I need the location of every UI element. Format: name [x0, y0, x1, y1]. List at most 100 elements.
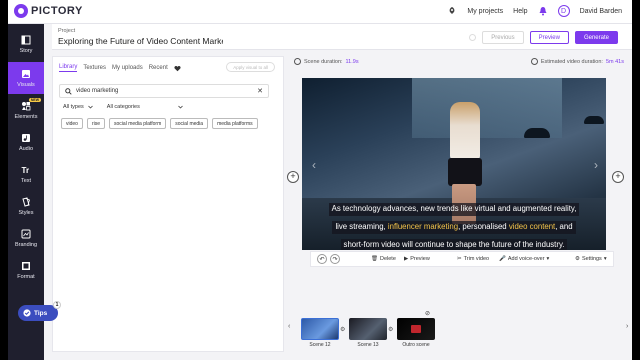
filters-row: All types All categories — [63, 104, 183, 110]
add-voice-over-button[interactable]: 🎤 Add voice-over ▾ — [499, 256, 549, 262]
chevron-down-icon — [88, 105, 93, 109]
new-badge: NEW — [28, 98, 41, 102]
tab-recent[interactable]: Recent — [149, 65, 168, 71]
trim-label: Trim video — [463, 256, 490, 262]
scene-thumbnail[interactable] — [349, 318, 387, 340]
tips-count-badge: 1 — [53, 301, 61, 309]
sync-status-icon — [469, 34, 477, 41]
next-visual-arrow-icon[interactable]: › — [594, 158, 598, 172]
caption-text: , and — [555, 222, 573, 231]
previous-button[interactable]: Previous — [482, 31, 524, 44]
scene-thumbnail[interactable] — [397, 318, 435, 340]
sidebar-item-story[interactable]: Story — [8, 28, 44, 60]
keyword-chip[interactable]: media platforms — [212, 118, 258, 129]
clock-icon — [530, 58, 538, 65]
sidebar-item-format[interactable]: Format — [8, 254, 44, 286]
type-filter-select[interactable]: All types — [63, 104, 93, 110]
project-header: Project Exploring the Future of Video Co… — [52, 24, 632, 50]
keyword-chip[interactable]: social media platform — [109, 118, 167, 129]
clock-icon — [294, 58, 301, 65]
sidebar-item-visuals[interactable]: Visuals — [8, 62, 44, 94]
previous-visual-arrow-icon[interactable]: ‹ — [312, 158, 316, 172]
delete-button[interactable]: 🗑 Delete — [371, 256, 396, 262]
transition-gear-icon[interactable]: ⚙ — [388, 326, 393, 333]
category-filter-select[interactable]: All categories — [107, 104, 183, 110]
category-filter-value: All categories — [106, 104, 140, 110]
timeline-scroll-left-icon[interactable]: ‹ — [288, 323, 290, 330]
voiceover-label: Add voice-over — [507, 256, 545, 262]
story-icon — [21, 35, 31, 44]
add-scene-after-button[interactable]: + — [612, 171, 624, 183]
sidebar-item-text[interactable]: Tr Text — [8, 158, 44, 190]
sidebar-item-label: Branding — [14, 241, 38, 248]
transition-gear-icon[interactable]: ⚙ — [340, 326, 345, 333]
estimated-duration-label: Estimated video duration: — [540, 58, 603, 65]
sidebar-item-elements[interactable]: NEW Elements — [8, 94, 44, 126]
help-link[interactable]: Help — [513, 8, 527, 15]
caret-down-icon: ▾ — [603, 256, 607, 262]
tab-library[interactable]: Library — [59, 64, 78, 72]
user-name[interactable]: David Barden — [580, 8, 622, 15]
trim-video-button[interactable]: ✂ Trim video — [457, 256, 489, 262]
caption-text: , personalised — [458, 222, 509, 231]
undo-icon[interactable]: ↶ — [317, 254, 327, 264]
header-buttons: Previous Preview Generate — [469, 31, 618, 44]
generate-button[interactable]: Generate — [574, 31, 618, 44]
check-icon — [23, 309, 31, 317]
keyword-chip[interactable]: social media — [170, 118, 209, 129]
pictory-logo[interactable]: PICTORY — [14, 4, 83, 18]
settings-button[interactable]: ⚙ Settings ▾ — [575, 256, 607, 262]
scene-label: Outro scene — [402, 342, 430, 348]
eye-off-icon[interactable]: ⊘ — [425, 310, 430, 317]
video-lamp — [584, 116, 604, 124]
preview-label: Preview — [410, 256, 430, 262]
video-person-skirt — [448, 158, 482, 186]
caption-text: live streaming, — [335, 222, 388, 231]
project-title[interactable]: Exploring the Future of Video Content Ma… — [58, 36, 223, 46]
scene-caption[interactable]: As technology advances, new trends like … — [302, 198, 606, 250]
bell-icon[interactable] — [538, 6, 548, 16]
play-icon: ▶ — [404, 256, 409, 262]
top-bar: PICTORY My projects Help D David Barden — [8, 0, 632, 24]
tips-label: Tips — [34, 309, 48, 317]
outro-logo — [411, 325, 421, 333]
scene-thumbnail[interactable] — [301, 318, 339, 340]
top-right-nav: My projects Help D David Barden — [447, 5, 622, 17]
sidebar-item-label: Story — [19, 47, 33, 54]
scene-label: Scene 12 — [309, 342, 331, 348]
sidebar-item-label: Elements — [14, 113, 38, 120]
clear-search-icon[interactable]: ✕ — [257, 87, 263, 95]
tab-textures[interactable]: Textures — [83, 65, 106, 71]
caption-line-3: short-form video will continue to shape … — [340, 239, 568, 250]
my-projects-link[interactable]: My projects — [467, 8, 503, 15]
tab-my-uploads[interactable]: My uploads — [112, 65, 143, 71]
undo-redo-group: ↶ ↷ — [317, 254, 340, 264]
preview-scene-button[interactable]: ▶ Preview — [404, 256, 430, 262]
search-input[interactable]: video marketing ✕ — [59, 84, 269, 98]
sliders-icon: ⚙ — [575, 256, 580, 262]
sidebar-item-styles[interactable]: Styles — [8, 190, 44, 222]
sidebar-item-branding[interactable]: Branding — [8, 222, 44, 254]
branding-icon — [21, 229, 31, 238]
heart-icon[interactable] — [174, 65, 181, 72]
microphone-icon: 🎤 — [499, 256, 506, 262]
estimated-duration: Estimated video duration: 5m 41s — [530, 58, 624, 65]
avatar[interactable]: D — [557, 5, 570, 17]
preview-button[interactable]: Preview — [529, 31, 569, 44]
video-preview[interactable]: ‹ › As technology advances, new trends l… — [302, 78, 606, 250]
timeline-scroll-right-icon[interactable]: › — [626, 323, 628, 330]
sidebar-item-label: Styles — [18, 209, 34, 216]
redo-icon[interactable]: ↷ — [330, 254, 340, 264]
sidebar-item-audio[interactable]: Audio — [8, 126, 44, 158]
app-frame: PICTORY My projects Help D David Barden … — [8, 0, 632, 360]
search-value: video marketing — [76, 88, 119, 94]
tips-button[interactable]: Tips 1 — [18, 301, 61, 321]
keyword-chip[interactable]: rise — [86, 118, 106, 129]
add-scene-before-button[interactable]: + — [287, 171, 299, 183]
scene-toolbar: ↶ ↷ 🗑 Delete ▶ Preview ✂ Trim video 🎤 Add vo… — [310, 251, 614, 267]
format-icon — [22, 261, 30, 270]
keyword-chip[interactable]: video — [61, 118, 83, 129]
apply-visual-to-all-button[interactable]: Apply visual to all — [226, 62, 275, 72]
delete-label: Delete — [379, 256, 396, 262]
rocket-icon[interactable] — [447, 6, 457, 16]
